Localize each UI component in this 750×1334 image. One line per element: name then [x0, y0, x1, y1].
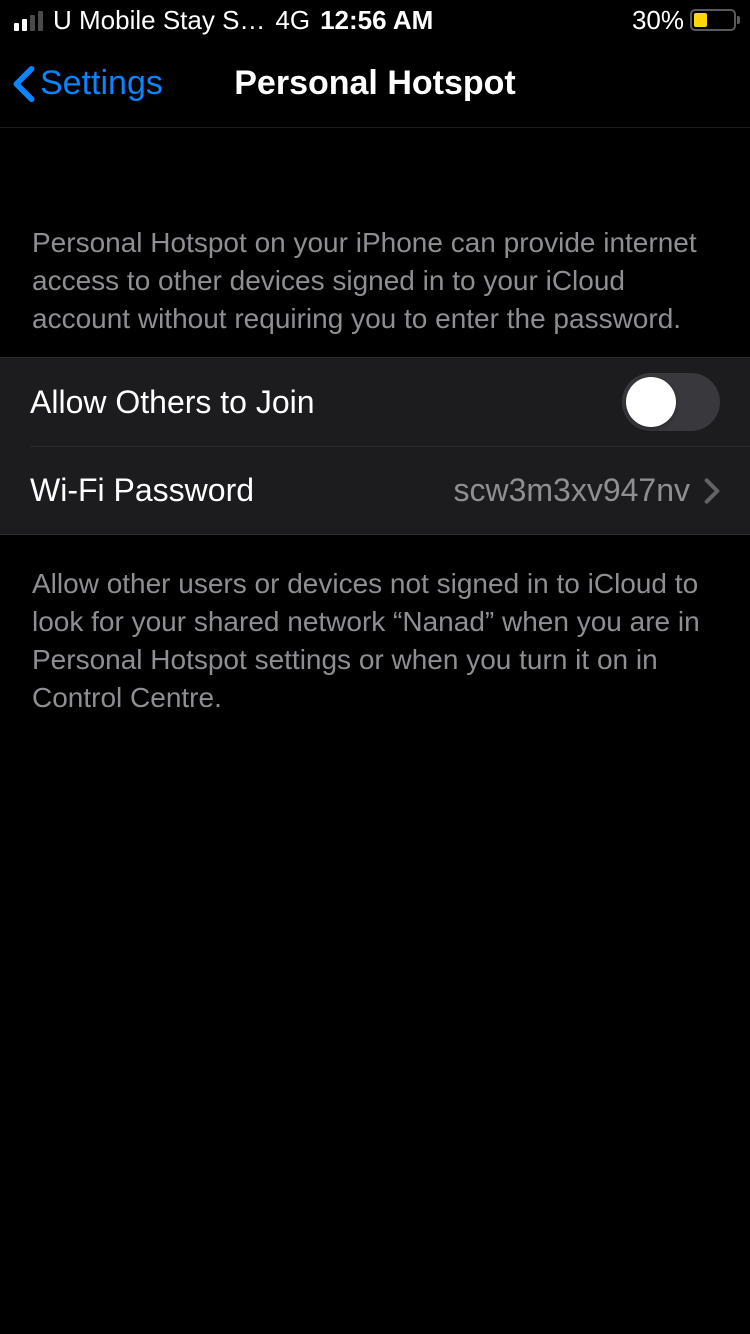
allow-others-toggle[interactable]: [622, 373, 720, 431]
settings-group: Allow Others to Join Wi-Fi Password scw3…: [0, 357, 750, 535]
status-right: 30%: [632, 5, 736, 36]
toggle-knob: [626, 377, 676, 427]
allow-others-label: Allow Others to Join: [30, 384, 315, 421]
carrier-name: U Mobile Stay S…: [53, 5, 265, 36]
status-time: 12:56 AM: [320, 5, 433, 36]
allow-others-row[interactable]: Allow Others to Join: [0, 358, 750, 446]
wifi-password-label: Wi-Fi Password: [30, 472, 254, 509]
battery-percentage: 30%: [632, 5, 684, 36]
section-footer-description: Allow other users or devices not signed …: [0, 535, 750, 736]
page-title: Personal Hotspot: [234, 64, 515, 103]
chevron-right-icon: [704, 477, 720, 505]
section-header-description: Personal Hotspot on your iPhone can prov…: [0, 128, 750, 357]
wifi-password-value: scw3m3xv947nv: [453, 472, 690, 509]
status-left: U Mobile Stay S… 4G 12:56 AM: [14, 5, 433, 36]
nav-bar: Settings Personal Hotspot: [0, 40, 750, 128]
back-label: Settings: [40, 64, 163, 103]
status-bar: U Mobile Stay S… 4G 12:56 AM 30%: [0, 0, 750, 40]
cellular-signal-icon: [14, 9, 43, 31]
battery-icon: [690, 9, 736, 31]
back-button[interactable]: Settings: [0, 64, 163, 103]
wifi-password-right: scw3m3xv947nv: [453, 472, 720, 509]
wifi-password-row[interactable]: Wi-Fi Password scw3m3xv947nv: [30, 446, 750, 534]
network-type: 4G: [275, 5, 310, 36]
chevron-left-icon: [12, 65, 36, 103]
